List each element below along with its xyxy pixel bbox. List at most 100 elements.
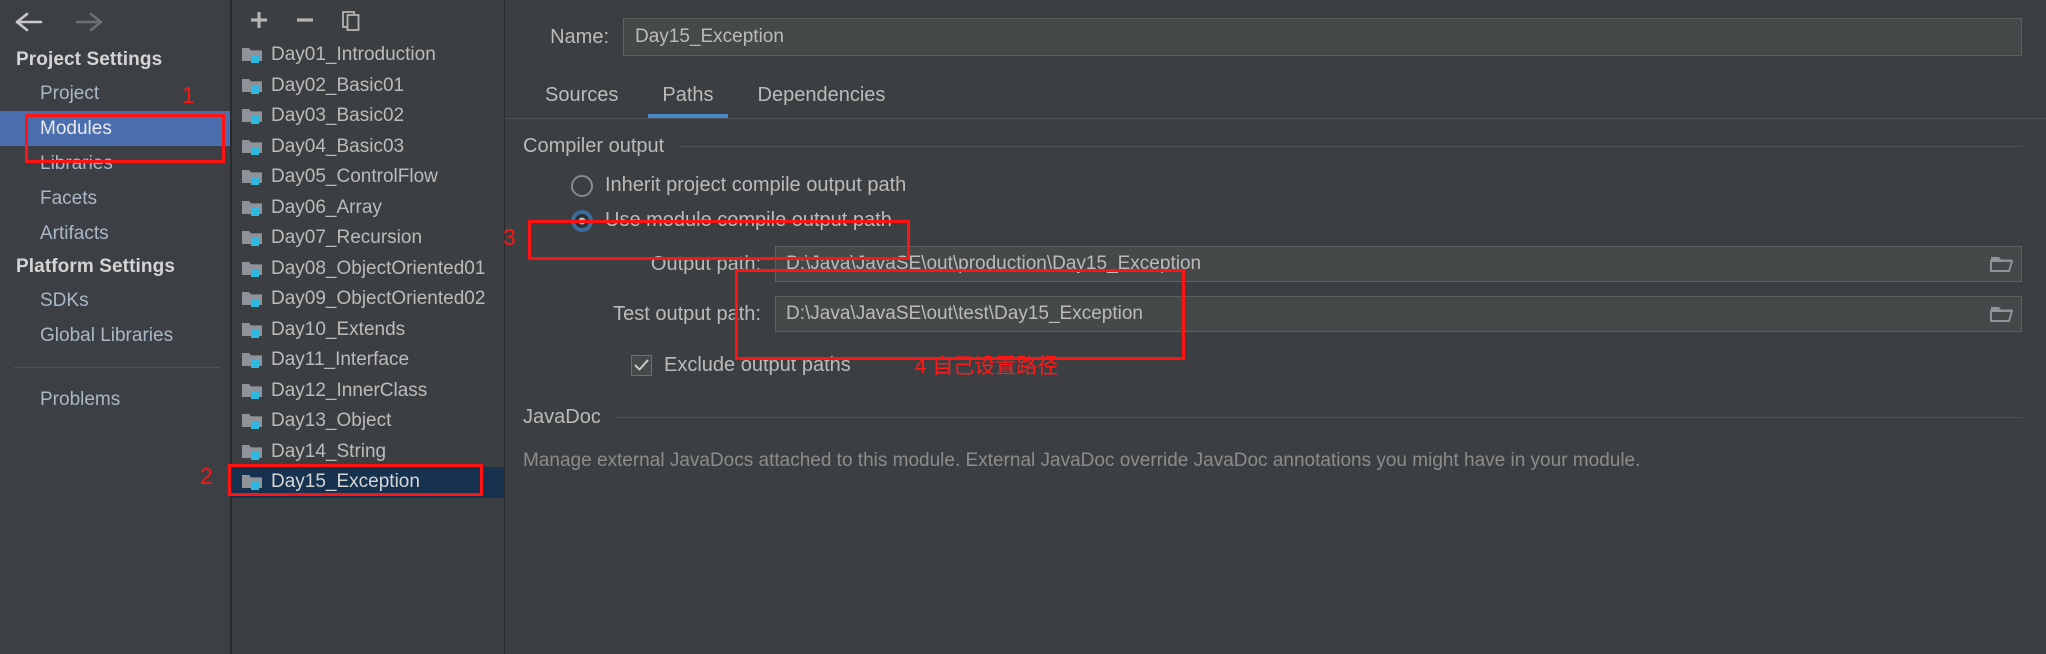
compiler-output-title: Compiler output — [523, 135, 665, 157]
module-label: Day02_Basic01 — [271, 74, 405, 96]
folder-icon — [1990, 257, 2014, 272]
test-output-path-input[interactable]: D:\Java\JavaSE\out\test\Day15_Exception — [775, 296, 2022, 332]
nav-toolbar — [0, 0, 230, 44]
output-path-browse-button[interactable] — [1989, 253, 2015, 275]
test-output-path-value: D:\Java\JavaSE\out\test\Day15_Exception — [786, 303, 1143, 324]
exclude-output-paths-checkbox[interactable] — [631, 354, 652, 376]
module-row-7[interactable]: Day07_Recursion — [232, 223, 504, 254]
plus-icon — [251, 12, 267, 28]
module-folder-icon — [242, 109, 262, 125]
module-folder-icon — [242, 78, 262, 94]
module-name-input[interactable]: Day15_Exception — [623, 18, 2022, 56]
copy-module-button[interactable] — [338, 7, 364, 33]
module-folder-icon — [242, 231, 262, 247]
nav-group-title-platform-settings: Platform Settings — [16, 256, 175, 277]
module-folder-icon — [242, 139, 262, 155]
tab-dependencies[interactable]: Dependencies — [736, 76, 908, 118]
module-row-2[interactable]: Day02_Basic01 — [232, 71, 504, 102]
nav-group-title-project-settings: Project Settings — [16, 49, 163, 70]
sidebar-item-facets[interactable]: Facets — [0, 181, 230, 216]
module-label: Day08_ObjectOriented01 — [271, 257, 486, 279]
module-name-label: Name: — [550, 25, 609, 48]
add-module-button[interactable] — [246, 7, 272, 33]
nav-group-platform-settings: Platform Settings SDKs Global Libraries — [0, 251, 230, 353]
module-folder-icon — [242, 322, 262, 338]
module-label: Day10_Extends — [271, 318, 406, 340]
module-folder-icon — [242, 444, 262, 460]
sidebar-item-libraries[interactable]: Libraries — [0, 146, 230, 181]
remove-module-button[interactable] — [292, 7, 318, 33]
copy-icon — [342, 11, 360, 31]
module-row-8[interactable]: Day08_ObjectOriented01 — [232, 254, 504, 285]
module-label: Day05_ControlFlow — [271, 166, 438, 188]
module-folder-icon — [242, 475, 262, 491]
checkmark-icon — [634, 359, 649, 370]
test-output-path-label: Test output path: — [613, 302, 761, 325]
back-button[interactable] — [14, 10, 44, 34]
module-label: Day01_Introduction — [271, 44, 436, 66]
module-row-13[interactable]: Day13_Object — [232, 406, 504, 437]
forward-button[interactable] — [74, 10, 104, 34]
project-structure-dialog: Project Settings Project Modules Librari… — [0, 0, 2046, 654]
javadoc-description: Manage external JavaDocs attached to thi… — [523, 450, 1641, 471]
use-module-output-radio[interactable] — [571, 209, 593, 232]
test-output-path-browse-button[interactable] — [1989, 303, 2015, 325]
section-rule — [614, 417, 2022, 418]
module-folder-icon — [242, 414, 262, 430]
module-row-9[interactable]: Day09_ObjectOriented02 — [232, 284, 504, 315]
sidebar-divider — [14, 367, 220, 368]
inherit-project-output-label: Inherit project compile output path — [605, 174, 907, 196]
javadoc-section-header: JavaDoc — [505, 380, 2046, 429]
inherit-project-output-radio-row[interactable]: Inherit project compile output path — [505, 174, 2046, 197]
module-label: Day14_String — [271, 440, 387, 462]
inherit-project-output-radio[interactable] — [571, 174, 593, 197]
module-row-10[interactable]: Day10_Extends — [232, 315, 504, 346]
module-folder-icon — [242, 353, 262, 369]
arrow-right-icon — [75, 12, 103, 32]
settings-sidebar: Project Settings Project Modules Librari… — [0, 0, 230, 654]
arrow-left-icon — [15, 12, 43, 32]
module-row-4[interactable]: Day04_Basic03 — [232, 132, 504, 163]
module-label: Day12_InnerClass — [271, 379, 428, 401]
module-folder-icon — [242, 200, 262, 216]
sidebar-item-artifacts[interactable]: Artifacts — [0, 216, 230, 251]
output-path-value: D:\Java\JavaSE\out\production\Day15_Exce… — [786, 253, 1202, 274]
module-row-6[interactable]: Day06_Array — [232, 193, 504, 224]
module-folder-icon — [242, 383, 262, 399]
module-label: Day03_Basic02 — [271, 105, 405, 127]
module-list-panel: Day01_Introduction Day02_Basic01 Day03_B… — [230, 0, 505, 654]
module-label: Day06_Array — [271, 196, 382, 218]
module-row-day15-exception[interactable]: Day15_Exception — [232, 467, 504, 498]
sidebar-item-modules[interactable]: Modules — [0, 111, 230, 146]
use-module-output-radio-row[interactable]: Use module compile output path — [505, 209, 2046, 232]
module-row-11[interactable]: Day11_Interface — [232, 345, 504, 376]
module-label: Day04_Basic03 — [271, 135, 405, 157]
module-row-5[interactable]: Day05_ControlFlow — [232, 162, 504, 193]
annotation-note-4: 4 自己设置路径 — [914, 355, 1059, 378]
module-label: Day07_Recursion — [271, 227, 423, 249]
output-path-input[interactable]: D:\Java\JavaSE\out\production\Day15_Exce… — [775, 246, 2022, 282]
exclude-output-paths-row: Exclude output paths 4 自己设置路径 — [505, 350, 2046, 380]
tab-sources[interactable]: Sources — [523, 76, 640, 118]
tab-paths[interactable]: Paths — [640, 76, 735, 118]
sidebar-item-global-libraries[interactable]: Global Libraries — [0, 318, 230, 353]
module-row-12[interactable]: Day12_InnerClass — [232, 376, 504, 407]
module-name-value: Day15_Exception — [635, 26, 784, 47]
sidebar-item-problems[interactable]: Problems — [0, 382, 230, 417]
module-folder-icon — [242, 292, 262, 308]
module-label: Day11_Interface — [271, 349, 410, 371]
module-folder-icon — [242, 48, 262, 64]
module-folder-icon — [242, 261, 262, 277]
module-detail-panel: Name: Day15_Exception Sources Paths Depe… — [505, 0, 2046, 654]
module-toolbar — [232, 0, 504, 40]
test-output-path-row: Test output path: D:\Java\JavaSE\out\tes… — [505, 296, 2046, 332]
sidebar-item-project[interactable]: Project — [0, 76, 230, 111]
use-module-output-label: Use module compile output path — [605, 209, 892, 231]
module-row-1[interactable]: Day01_Introduction — [232, 40, 504, 71]
compiler-output-section-header: Compiler output — [505, 119, 2046, 158]
sidebar-item-sdks[interactable]: SDKs — [0, 283, 230, 318]
module-row-14[interactable]: Day14_String — [232, 437, 504, 468]
minus-icon — [297, 18, 313, 22]
module-row-3[interactable]: Day03_Basic02 — [232, 101, 504, 132]
module-label: Day15_Exception — [271, 471, 420, 493]
